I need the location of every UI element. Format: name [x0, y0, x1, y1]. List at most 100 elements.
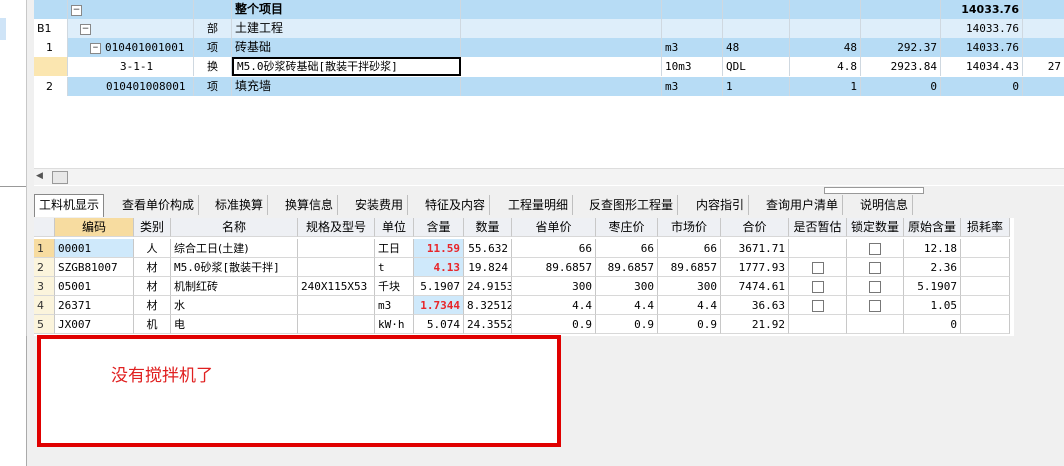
name-cell[interactable]: 综合工日(土建): [171, 239, 298, 258]
tab-unit-price-breakdown[interactable]: 查看单价构成: [118, 195, 200, 215]
provisional-cell: [789, 239, 847, 258]
price-cell: [861, 0, 941, 19]
col-header-content[interactable]: 含量: [414, 218, 464, 237]
col-header-original-content[interactable]: 原始含量: [904, 218, 961, 237]
tab-query-user-list[interactable]: 查询用户清单: [762, 195, 844, 215]
code-cell[interactable]: −: [68, 19, 194, 38]
code-cell[interactable]: 3-1-1: [68, 57, 194, 76]
collapse-icon[interactable]: −: [80, 23, 91, 35]
tab-description[interactable]: 说明信息: [856, 195, 914, 215]
loss-rate-cell[interactable]: [961, 315, 1010, 334]
col-header-market-price[interactable]: 市场价: [658, 218, 721, 237]
lock-quantity-cell[interactable]: [847, 258, 904, 277]
splitter-handle[interactable]: [824, 187, 924, 194]
market-price-cell[interactable]: 4.4: [658, 296, 721, 315]
content-cell[interactable]: 5.074: [414, 315, 464, 334]
name-cell[interactable]: 填充墙: [232, 77, 461, 96]
name-cell[interactable]: 整个项目: [232, 0, 461, 19]
tab-conversion-info[interactable]: 换算信息: [281, 195, 339, 215]
loss-rate-cell[interactable]: [961, 239, 1010, 258]
name-cell[interactable]: 土建工程: [232, 19, 461, 38]
name-cell[interactable]: M5.0砂浆[散装干拌]: [171, 258, 298, 277]
horizontal-scrollbar[interactable]: ◀: [34, 168, 1064, 185]
table-row[interactable]: 3-1-1 换 M5.0砂浆砖基础[散装干拌砂浆] 10m3 QDL 4.8 2…: [34, 57, 1064, 77]
lock-checkbox[interactable]: [869, 300, 881, 312]
code-cell[interactable]: −010401001001: [68, 38, 194, 57]
tab-quantity-details[interactable]: 工程量明细: [504, 195, 574, 215]
collapse-icon[interactable]: −: [71, 4, 82, 16]
provisional-cell[interactable]: [789, 296, 847, 315]
lock-checkbox[interactable]: [869, 262, 881, 274]
name-cell[interactable]: 电: [171, 315, 298, 334]
scroll-left-icon[interactable]: ◀: [36, 171, 43, 181]
category-cell: 人: [134, 239, 171, 258]
tab-labor-material-machine[interactable]: 工料机显示: [34, 194, 105, 217]
name-cell[interactable]: 机制红砖: [171, 277, 298, 296]
col-header-name[interactable]: 名称: [171, 218, 298, 237]
col-header-category[interactable]: 类别: [134, 218, 171, 237]
col-header-code[interactable]: 编码: [55, 218, 134, 237]
col-header-loss-rate[interactable]: 损耗率: [961, 218, 1010, 237]
col-header-unit[interactable]: 单位: [375, 218, 414, 237]
table-row[interactable]: − 整个项目 14033.76: [34, 0, 1064, 19]
code-cell[interactable]: SZGB81007: [55, 258, 134, 277]
price-cell: [861, 19, 941, 38]
code-cell[interactable]: 010401008001: [68, 77, 194, 96]
name-cell[interactable]: 水: [171, 296, 298, 315]
market-price-cell[interactable]: 89.6857: [658, 258, 721, 277]
provisional-checkbox[interactable]: [811, 300, 824, 312]
col-header-zaozhuang-price[interactable]: 枣庄价: [596, 218, 658, 237]
col-header-spec[interactable]: 规格及型号: [298, 218, 375, 237]
provisional-cell[interactable]: [789, 258, 847, 277]
market-price-cell[interactable]: 66: [658, 239, 721, 258]
loss-rate-cell[interactable]: [961, 296, 1010, 315]
col-header-lock-quantity[interactable]: 锁定数量: [847, 218, 904, 237]
collapse-icon[interactable]: −: [90, 42, 101, 54]
tab-reverse-graphic-quantity[interactable]: 反查图形工程量: [585, 195, 679, 215]
code-cell[interactable]: −: [68, 0, 194, 19]
loss-rate-cell[interactable]: [961, 277, 1010, 296]
lock-checkbox[interactable]: [869, 243, 881, 255]
province-price-cell: 0.9: [512, 315, 596, 334]
name-cell[interactable]: 砖基础: [232, 38, 461, 57]
spec-cell[interactable]: [298, 296, 375, 315]
spec-cell[interactable]: [298, 315, 375, 334]
lock-quantity-cell[interactable]: [847, 277, 904, 296]
spec-cell[interactable]: [298, 258, 375, 277]
market-price-cell[interactable]: 0.9: [658, 315, 721, 334]
provisional-checkbox[interactable]: [811, 262, 824, 274]
content-cell[interactable]: 5.1907: [414, 277, 464, 296]
scrollbar-thumb[interactable]: [52, 171, 68, 184]
code-cell[interactable]: 26371: [55, 296, 134, 315]
tab-features-content[interactable]: 特征及内容: [421, 195, 491, 215]
content-cell[interactable]: 11.59: [414, 239, 464, 258]
lock-checkbox[interactable]: [869, 281, 881, 293]
code-cell[interactable]: JX007: [55, 315, 134, 334]
tab-install-fees[interactable]: 安装费用: [351, 195, 409, 215]
table-row[interactable]: 2 010401008001 项 填充墙 m3 1 1 0 0: [34, 77, 1064, 96]
name-cell-editing[interactable]: M5.0砂浆砖基础[散装干拌砂浆]: [232, 57, 461, 76]
tab-standard-conversion[interactable]: 标准换算: [211, 195, 269, 215]
provisional-checkbox[interactable]: [811, 281, 824, 293]
content-cell[interactable]: 1.7344: [414, 296, 464, 315]
row-number: 5: [34, 315, 55, 334]
detail-tabs: 工料机显示 查看单价构成 标准换算 换算信息 安装费用 特征及内容 工程量明细 …: [34, 194, 1064, 217]
col-header-provisional[interactable]: 是否暂估: [789, 218, 847, 237]
col-header-quantity[interactable]: 数量: [464, 218, 512, 237]
table-row[interactable]: B1 − 部 土建工程 14033.76: [34, 19, 1064, 38]
loss-rate-cell[interactable]: [961, 258, 1010, 277]
lock-quantity-cell[interactable]: [847, 239, 904, 258]
spec-cell[interactable]: 240X115X53: [298, 277, 375, 296]
col-header-total[interactable]: 合价: [721, 218, 789, 237]
market-price-cell[interactable]: 300: [658, 277, 721, 296]
table-row[interactable]: 1 −010401001001 项 砖基础 m3 48 48 292.37 14…: [34, 38, 1064, 57]
total-cell: 3671.71: [721, 239, 789, 258]
provisional-cell[interactable]: [789, 277, 847, 296]
lock-quantity-cell[interactable]: [847, 296, 904, 315]
col-header-province-price[interactable]: 省单价: [512, 218, 596, 237]
spec-cell[interactable]: [298, 239, 375, 258]
code-cell[interactable]: 05001: [55, 277, 134, 296]
tab-content-guide[interactable]: 内容指引: [692, 195, 750, 215]
code-cell[interactable]: 00001: [55, 239, 134, 258]
content-cell[interactable]: 4.13: [414, 258, 464, 277]
